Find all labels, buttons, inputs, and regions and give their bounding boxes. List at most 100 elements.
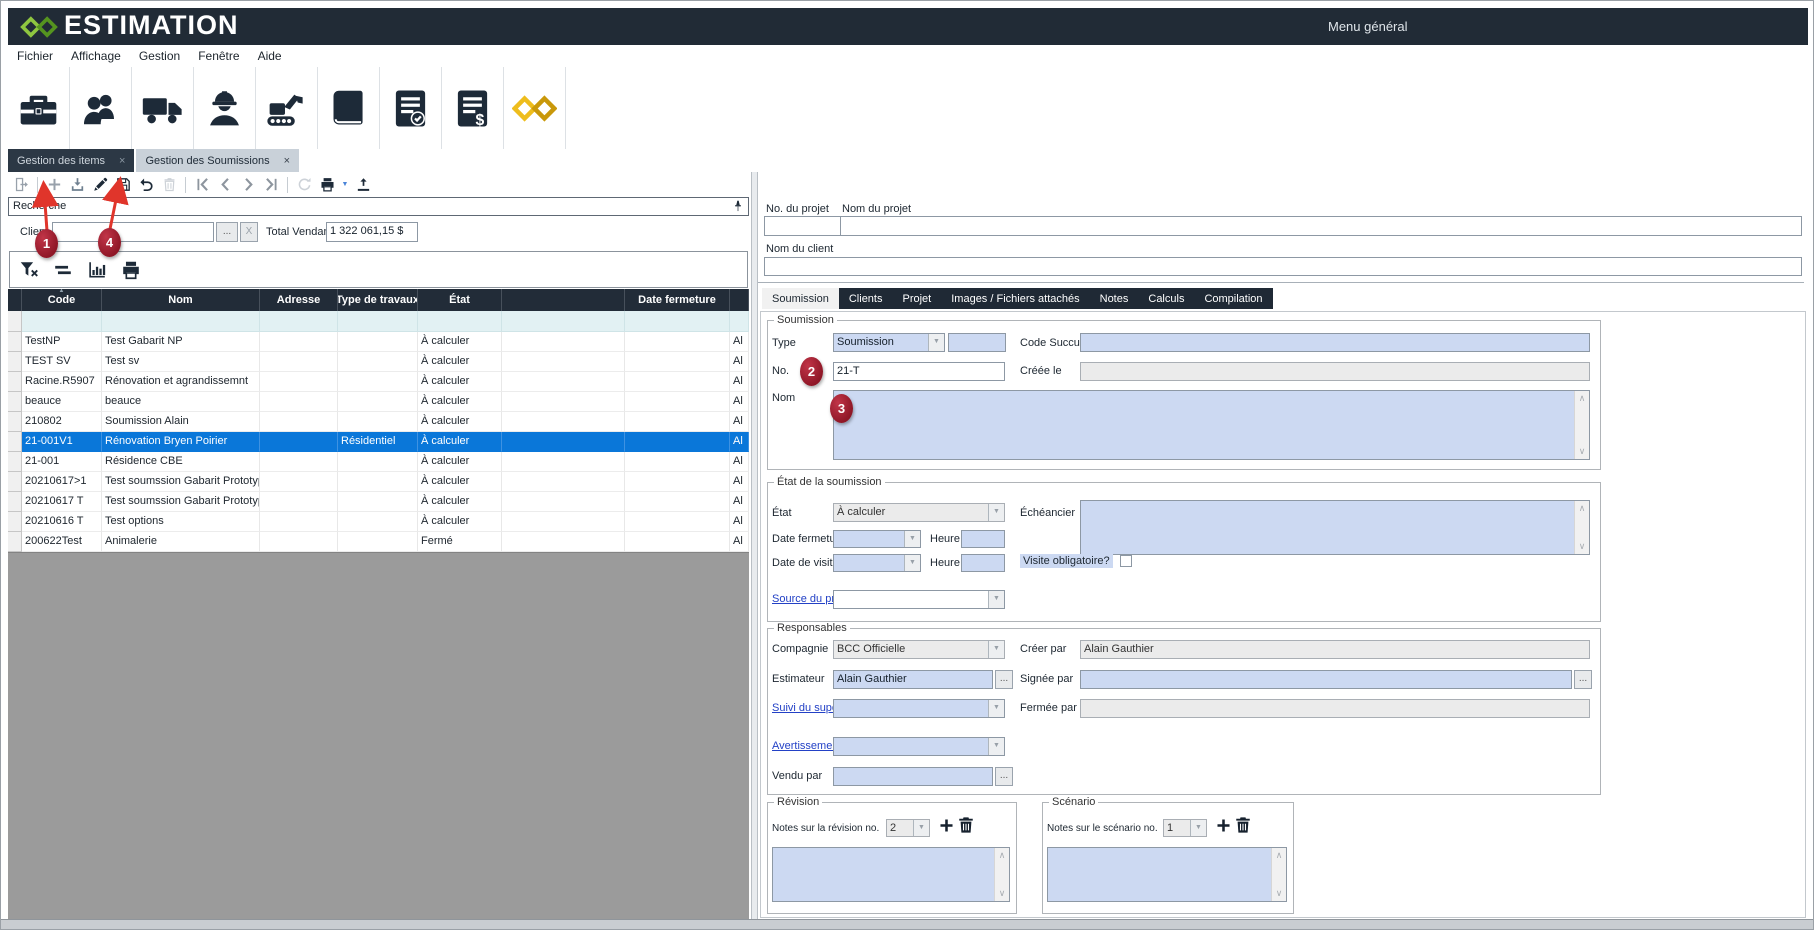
menu-item-gestion[interactable]: Gestion xyxy=(130,49,189,63)
import-icon[interactable] xyxy=(67,175,87,195)
panel-splitter[interactable] xyxy=(751,172,758,919)
estimateur-input[interactable]: Alain Gauthier xyxy=(833,670,993,689)
excavator-button[interactable] xyxy=(256,67,318,149)
scrollbar[interactable]: ∧∨ xyxy=(1271,848,1286,901)
tab-gestion-des-items[interactable]: Gestion des items× xyxy=(8,149,134,172)
filter-cell[interactable] xyxy=(260,311,338,332)
row-selector-cell[interactable] xyxy=(8,432,22,452)
truck-button[interactable] xyxy=(132,67,194,149)
table-row[interactable]: 20210617 TTest soumssion Gabarit Prototy… xyxy=(8,492,749,512)
table-row[interactable]: 21-001Résidence CBEÀ calculerAl xyxy=(8,452,749,472)
print-icon[interactable] xyxy=(120,259,142,281)
avertissement-select[interactable] xyxy=(833,737,1005,756)
revision-notes-textarea[interactable]: ∧∨ xyxy=(772,847,1010,902)
print-caret-icon[interactable]: ▼ xyxy=(340,175,350,195)
scrollbar[interactable]: ∧∨ xyxy=(1574,501,1589,554)
chart-icon[interactable] xyxy=(86,259,108,281)
column-header-blank[interactable] xyxy=(730,289,749,311)
project-no-input[interactable] xyxy=(764,216,852,236)
delete-icon[interactable] xyxy=(159,175,179,195)
filter-cell[interactable] xyxy=(730,311,749,332)
signee-par-browse-button[interactable]: ... xyxy=(1574,670,1592,689)
worker-button[interactable] xyxy=(194,67,256,149)
tab-compilation[interactable]: Compilation xyxy=(1194,288,1272,309)
submissions-button[interactable] xyxy=(380,67,442,149)
filter-cell[interactable] xyxy=(625,311,730,332)
grid-filter-row[interactable] xyxy=(8,311,749,332)
undo-icon[interactable] xyxy=(136,175,156,195)
menu-item-affichage[interactable]: Affichage xyxy=(62,49,130,63)
vendu-par-input[interactable] xyxy=(833,767,993,786)
nom-textarea[interactable]: ∧∨ xyxy=(833,390,1590,460)
nav-last-icon[interactable] xyxy=(261,175,281,195)
tab-images-fichiers-attachés[interactable]: Images / Fichiers attachés xyxy=(941,288,1089,309)
column-header-code[interactable]: Code▲ xyxy=(22,289,102,311)
row-selector-cell[interactable] xyxy=(8,452,22,472)
filter-cell[interactable] xyxy=(418,311,502,332)
add-icon[interactable] xyxy=(44,175,64,195)
nav-next-icon[interactable] xyxy=(238,175,258,195)
table-row[interactable]: 20210617>1Test soumssion Gabarit Prototy… xyxy=(8,472,749,492)
row-selector-cell[interactable] xyxy=(8,412,22,432)
type-code-input[interactable] xyxy=(948,333,1006,352)
delete-scenario-icon[interactable] xyxy=(1233,815,1253,835)
export-icon[interactable] xyxy=(353,175,373,195)
source-projet-select[interactable] xyxy=(833,590,1005,609)
catalog-button[interactable] xyxy=(318,67,380,149)
date-fermeture-select[interactable] xyxy=(833,530,921,548)
column-header-type-de-travaux[interactable]: Type de travaux xyxy=(338,289,418,311)
table-row[interactable]: 210802Soumission AlainÀ calculerAl xyxy=(8,412,749,432)
scenario-notes-textarea[interactable]: ∧∨ xyxy=(1047,847,1287,902)
client-browse-button[interactable]: ... xyxy=(216,222,238,242)
suivi-superieur-select[interactable] xyxy=(833,699,1005,718)
nav-first-icon[interactable] xyxy=(192,175,212,195)
type-select[interactable]: Soumission xyxy=(833,333,945,352)
brand-button[interactable] xyxy=(504,67,566,149)
client-input[interactable] xyxy=(52,222,214,242)
filter-cell[interactable] xyxy=(338,311,418,332)
filter-cell[interactable] xyxy=(102,311,260,332)
column-header-état[interactable]: État xyxy=(418,289,502,311)
etat-select[interactable]: À calculer xyxy=(833,503,1005,522)
row-selector-cell[interactable] xyxy=(8,532,22,552)
menu-item-fentre[interactable]: Fenêtre xyxy=(189,49,248,63)
menu-item-aide[interactable]: Aide xyxy=(249,49,291,63)
signee-par-input[interactable] xyxy=(1080,670,1572,689)
tab-projet[interactable]: Projet xyxy=(892,288,941,309)
compagnie-select[interactable]: BCC Officielle xyxy=(833,640,1005,659)
filter-icon[interactable] xyxy=(18,259,40,281)
row-selector-cell[interactable] xyxy=(8,492,22,512)
vendu-par-browse-button[interactable]: ... xyxy=(995,767,1013,786)
add-scenario-icon[interactable] xyxy=(1215,817,1232,834)
scenario-no-select[interactable]: 1 xyxy=(1163,819,1207,837)
tab-gestion-des-soumissions[interactable]: Gestion des Soumissions× xyxy=(136,149,299,172)
nav-prev-icon[interactable] xyxy=(215,175,235,195)
table-row[interactable]: beaucebeauceÀ calculerAl xyxy=(8,392,749,412)
filter-cell[interactable] xyxy=(22,311,102,332)
refresh-icon[interactable] xyxy=(294,175,314,195)
edit-icon[interactable] xyxy=(90,175,110,195)
column-header-blank[interactable] xyxy=(502,289,625,311)
row-selector-cell[interactable] xyxy=(8,392,22,412)
print-icon[interactable] xyxy=(317,175,337,195)
avertissement-link[interactable]: Avertissement xyxy=(772,740,842,752)
row-selector-cell[interactable] xyxy=(8,372,22,392)
scrollbar[interactable]: ∧∨ xyxy=(994,848,1009,901)
row-selector-cell[interactable] xyxy=(8,332,22,352)
visite-obligatoire-checkbox[interactable] xyxy=(1120,555,1132,567)
heure-fermeture-input[interactable] xyxy=(961,530,1005,548)
date-visite-select[interactable] xyxy=(833,554,921,572)
row-selector-cell[interactable] xyxy=(8,472,22,492)
revision-no-select[interactable]: 2 xyxy=(886,819,930,837)
column-header-blank[interactable] xyxy=(8,289,22,311)
client-clear-button[interactable]: X xyxy=(240,222,258,242)
tab-notes[interactable]: Notes xyxy=(1090,288,1139,309)
filter-cell[interactable] xyxy=(502,311,625,332)
code-succursale-input[interactable] xyxy=(1080,333,1590,352)
rows-icon[interactable] xyxy=(52,259,74,281)
row-selector-cell[interactable] xyxy=(8,352,22,372)
table-row[interactable]: TestNPTest Gabarit NPÀ calculerAl xyxy=(8,332,749,352)
heure-visite-input[interactable] xyxy=(961,554,1005,572)
row-selector-cell[interactable] xyxy=(8,512,22,532)
billing-button[interactable]: $ xyxy=(442,67,504,149)
